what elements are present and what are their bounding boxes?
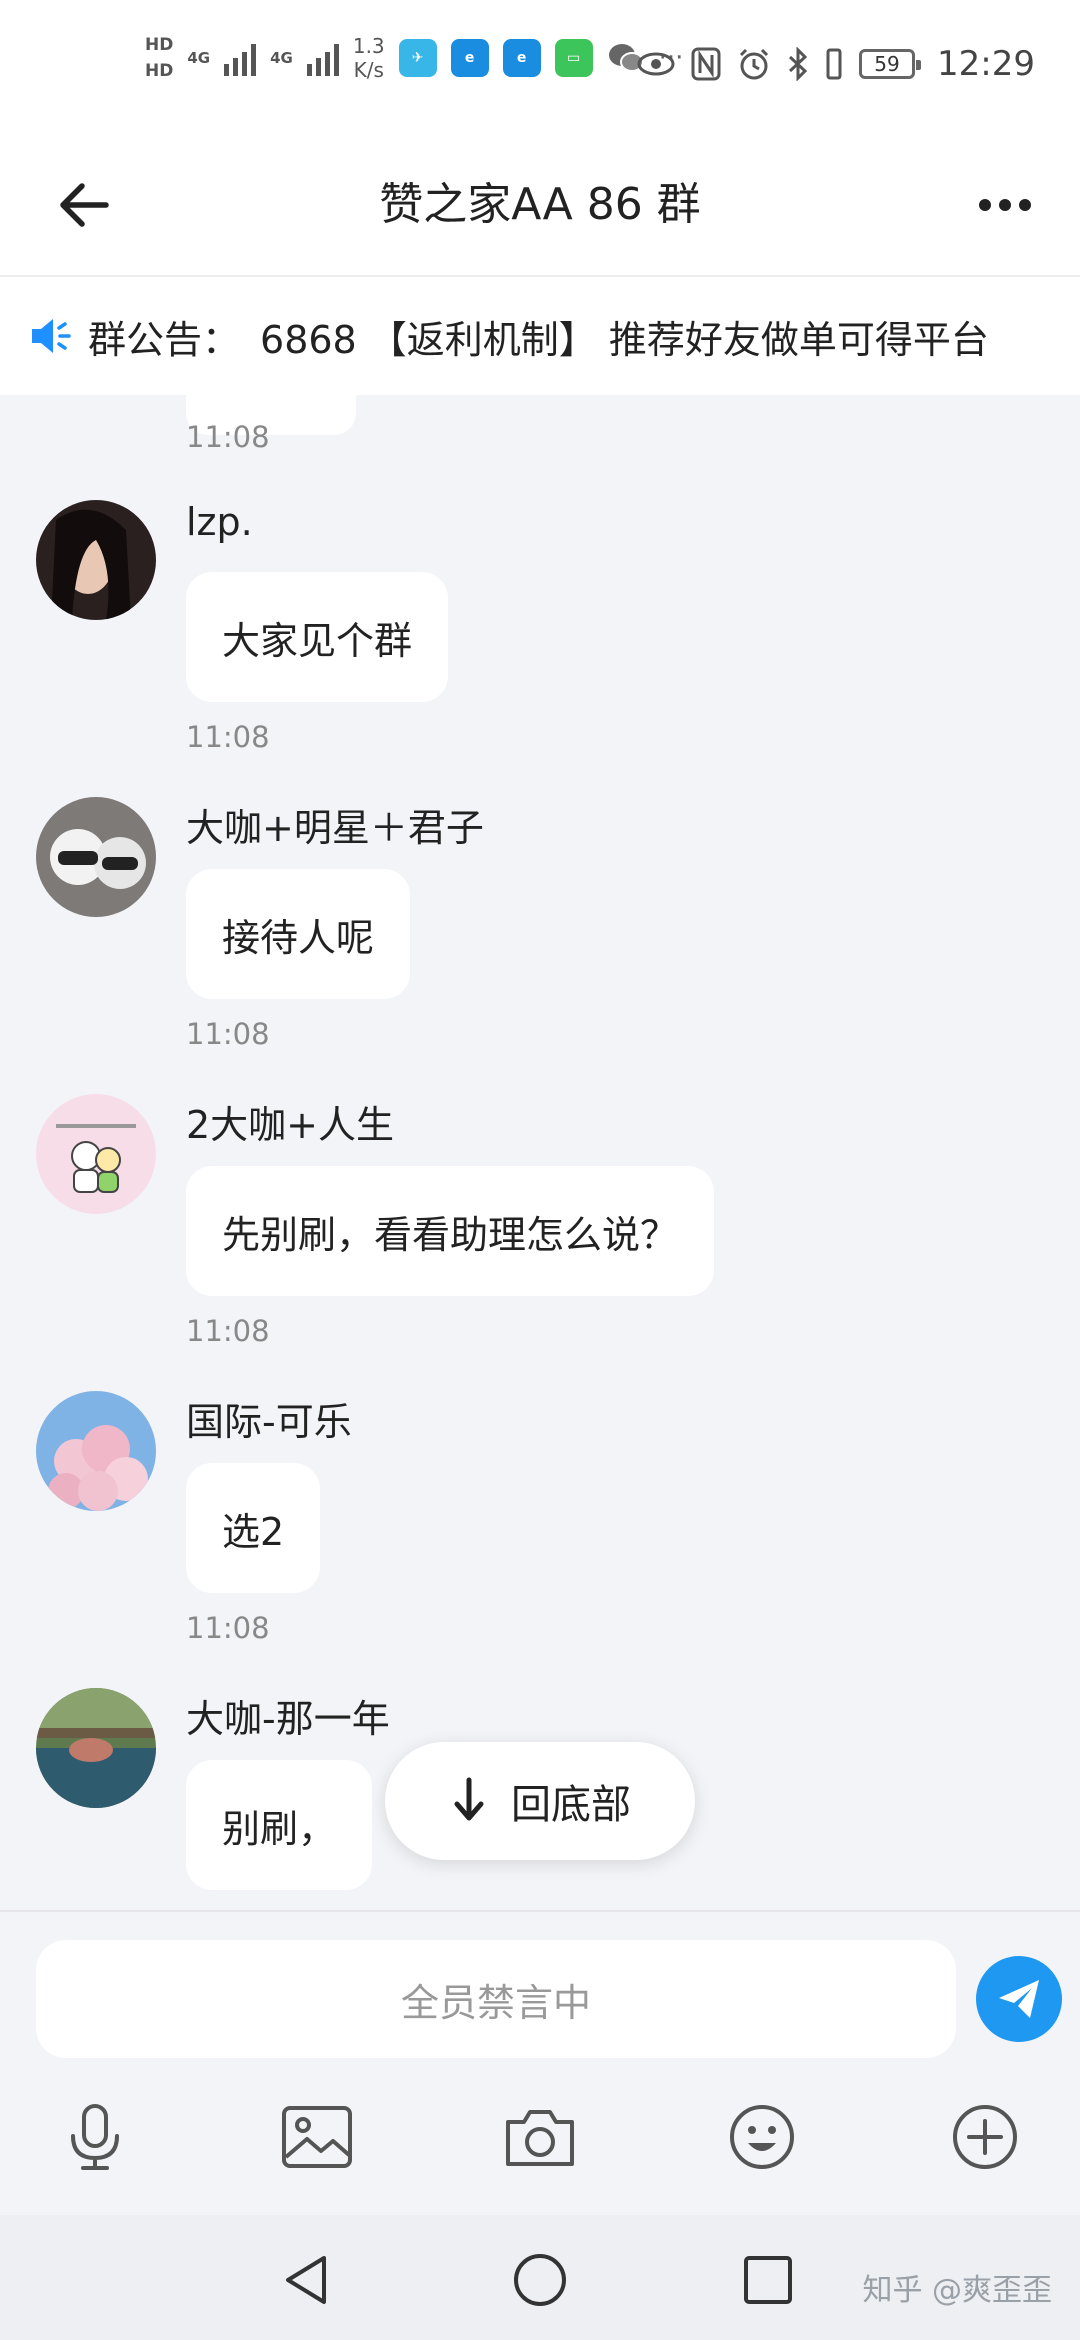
group-announcement[interactable]: 群公告： 6868 【返利机制】 推荐好友做单可得平台 [0,275,1080,395]
input-bar: 全员禁言中 [0,1910,1080,2215]
avatar[interactable] [36,1688,156,1808]
sender-name: 国际-可乐 [186,1400,352,1444]
paper-plane-icon [999,1980,1039,2018]
image-icon [282,2106,352,2168]
nav-home-button[interactable] [500,2240,580,2320]
message-bubble[interactable]: 先别刷，看看助理怎么说？ [186,1166,715,1296]
hd1-label: HD [145,35,174,55]
browser-notification-icon: e [450,39,489,77]
speed-value: 1.3 [352,34,385,58]
message-bubble[interactable]: 接待人呢 [186,869,411,999]
chat-title: 赞之家AA 86 群 [379,179,701,230]
message-bubble[interactable]: 大家见个群 [186,572,449,702]
triangle-back-icon [286,2256,326,2304]
input-placeholder: 全员禁言中 [400,1980,591,2025]
status-left: HD HD 4G 4G 1.3 K/s ✈ e e ▭ ··· [145,34,683,82]
send-button[interactable] [976,1956,1062,2042]
nfc-icon [691,47,721,81]
message-timestamp: 11:08 [186,1017,270,1051]
app-notification-icon: ✈ [398,39,437,77]
square-recents-icon [744,2256,792,2304]
vibrate-icon [826,48,842,80]
sender-name: 大咖+明星＋君子 [186,806,484,850]
network-type-1: 4G [187,49,211,67]
nav-back-button[interactable] [268,2240,348,2320]
status-right: 59 12:29 [637,44,1035,84]
scroll-to-bottom-button[interactable]: 回底部 [385,1742,695,1860]
toolbar [0,2092,1080,2192]
avatar[interactable] [36,1391,156,1511]
voice-button[interactable] [50,2092,140,2182]
browser-notification-icon: e [502,39,541,77]
watermark: 知乎 @爽歪歪 [862,2273,1052,2308]
alarm-icon [739,48,769,80]
network-type-2: 4G [270,49,293,67]
microphone-icon [71,2104,119,2170]
battery-icon: 59 [859,49,922,79]
chat-header: 赞之家AA 86 群 [0,130,1080,275]
camera-icon [506,2110,574,2166]
announcement-text: 6868 【返利机制】 推荐好友做单可得平台 [260,317,989,362]
smiley-icon [730,2105,794,2169]
announcement-label: 群公告： [88,317,241,362]
speed-unit: K/s [353,58,384,82]
nav-recents-button[interactable] [728,2240,808,2320]
more-dot [1019,199,1031,211]
message-timestamp: 11:08 [186,720,270,754]
sender-name: 2大咖+人生 [186,1103,395,1147]
emoji-button[interactable] [717,2092,807,2182]
signal-icon [306,40,339,76]
more-dot [979,199,991,211]
bluetooth-icon [788,47,808,81]
sender-name: 大咖-那一年 [186,1697,390,1741]
eye-icon [637,52,675,76]
scroll-to-bottom-label: 回底部 [511,1782,631,1828]
navigation-bar: 知乎 @爽歪歪 [0,2215,1080,2340]
clock: 12:29 [937,44,1035,84]
plus-circle-icon [953,2105,1017,2169]
message-bubble[interactable]: 选2 [186,1463,321,1593]
message-input[interactable]: 全员禁言中 [36,1940,956,2058]
battery-level: 59 [874,52,900,76]
sender-name: lzp. [186,500,253,544]
app-notification-icon: ▭ [554,39,593,77]
arrow-down-icon [454,1777,484,1821]
hd2-label: HD [145,61,174,81]
speaker-icon [32,319,71,353]
message-timestamp: 11:08 [186,420,270,454]
message-list[interactable]: 11:08 lzp. 大家见个群 11:08 大咖+明星＋君子 接待人呢 11:… [0,395,1080,1910]
network-speed: 1.3 K/s [353,34,385,82]
avatar[interactable] [36,500,156,620]
more-dot [999,199,1011,211]
circle-home-icon [514,2254,566,2306]
signal-icon [224,40,257,76]
avatar[interactable] [36,797,156,917]
more-options-button[interactable] [970,170,1040,240]
more-actions-button[interactable] [940,2092,1030,2182]
camera-button[interactable] [495,2092,585,2182]
message-timestamp: 11:08 [186,1314,270,1348]
message-bubble[interactable]: 别刷， [186,1760,373,1890]
image-button[interactable] [272,2092,362,2182]
status-bar: HD HD 4G 4G 1.3 K/s ✈ e e ▭ ··· 59 12:29 [0,0,1080,130]
message-timestamp: 11:08 [186,1611,270,1645]
avatar[interactable] [36,1094,156,1214]
